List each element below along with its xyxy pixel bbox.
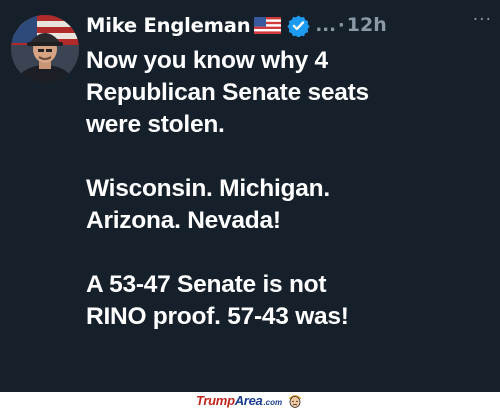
watermark-brand-part1: Trump [196, 393, 235, 408]
timestamp[interactable]: 12h [347, 14, 387, 36]
watermark-brand-part2: Area [234, 393, 263, 408]
us-flag-icon [254, 16, 282, 34]
post-line: Now you know why 4 [86, 47, 328, 74]
post-line: were stolen. [86, 111, 225, 138]
post-header: Mike Engleman ... · 12h [86, 8, 492, 42]
author-handle[interactable]: ... [315, 15, 336, 36]
more-options-icon[interactable]: ··· [473, 10, 492, 30]
post-paragraph-1: Now you know why 4 Republican Senate sea… [86, 45, 491, 141]
watermark-suffix: .com [263, 398, 283, 407]
post-paragraph-2: Wisconsin. Michigan. Arizona. Nevada! [86, 173, 491, 237]
avatar[interactable] [11, 15, 79, 83]
watermark-logo: TrumpArea .com [196, 392, 282, 409]
verified-badge-icon [287, 14, 311, 38]
avatar-image [11, 15, 79, 83]
post-line: Republican Senate seats [86, 79, 369, 106]
author-name[interactable]: Mike Engleman [86, 14, 251, 37]
post-line: Wisconsin. Michigan. [86, 175, 330, 202]
post-card: Mike Engleman ... · 12h ··· Now you know… [0, 0, 500, 392]
post-line: A 53-47 Senate is not [86, 271, 327, 298]
screenshot-frame: Mike Engleman ... · 12h ··· Now you know… [0, 0, 500, 409]
watermark-face-icon [286, 392, 304, 409]
post-text: Now you know why 4 Republican Senate sea… [86, 45, 491, 333]
post-line: RINO proof. 57-43 was! [86, 303, 349, 330]
post-paragraph-3: A 53-47 Senate is not RINO proof. 57-43 … [86, 269, 491, 333]
watermark-bar: TrumpArea .com [0, 392, 500, 409]
watermark-brand: TrumpArea [196, 393, 263, 408]
timestamp-separator: · [337, 14, 345, 36]
post-line: Arizona. Nevada! [86, 207, 281, 234]
